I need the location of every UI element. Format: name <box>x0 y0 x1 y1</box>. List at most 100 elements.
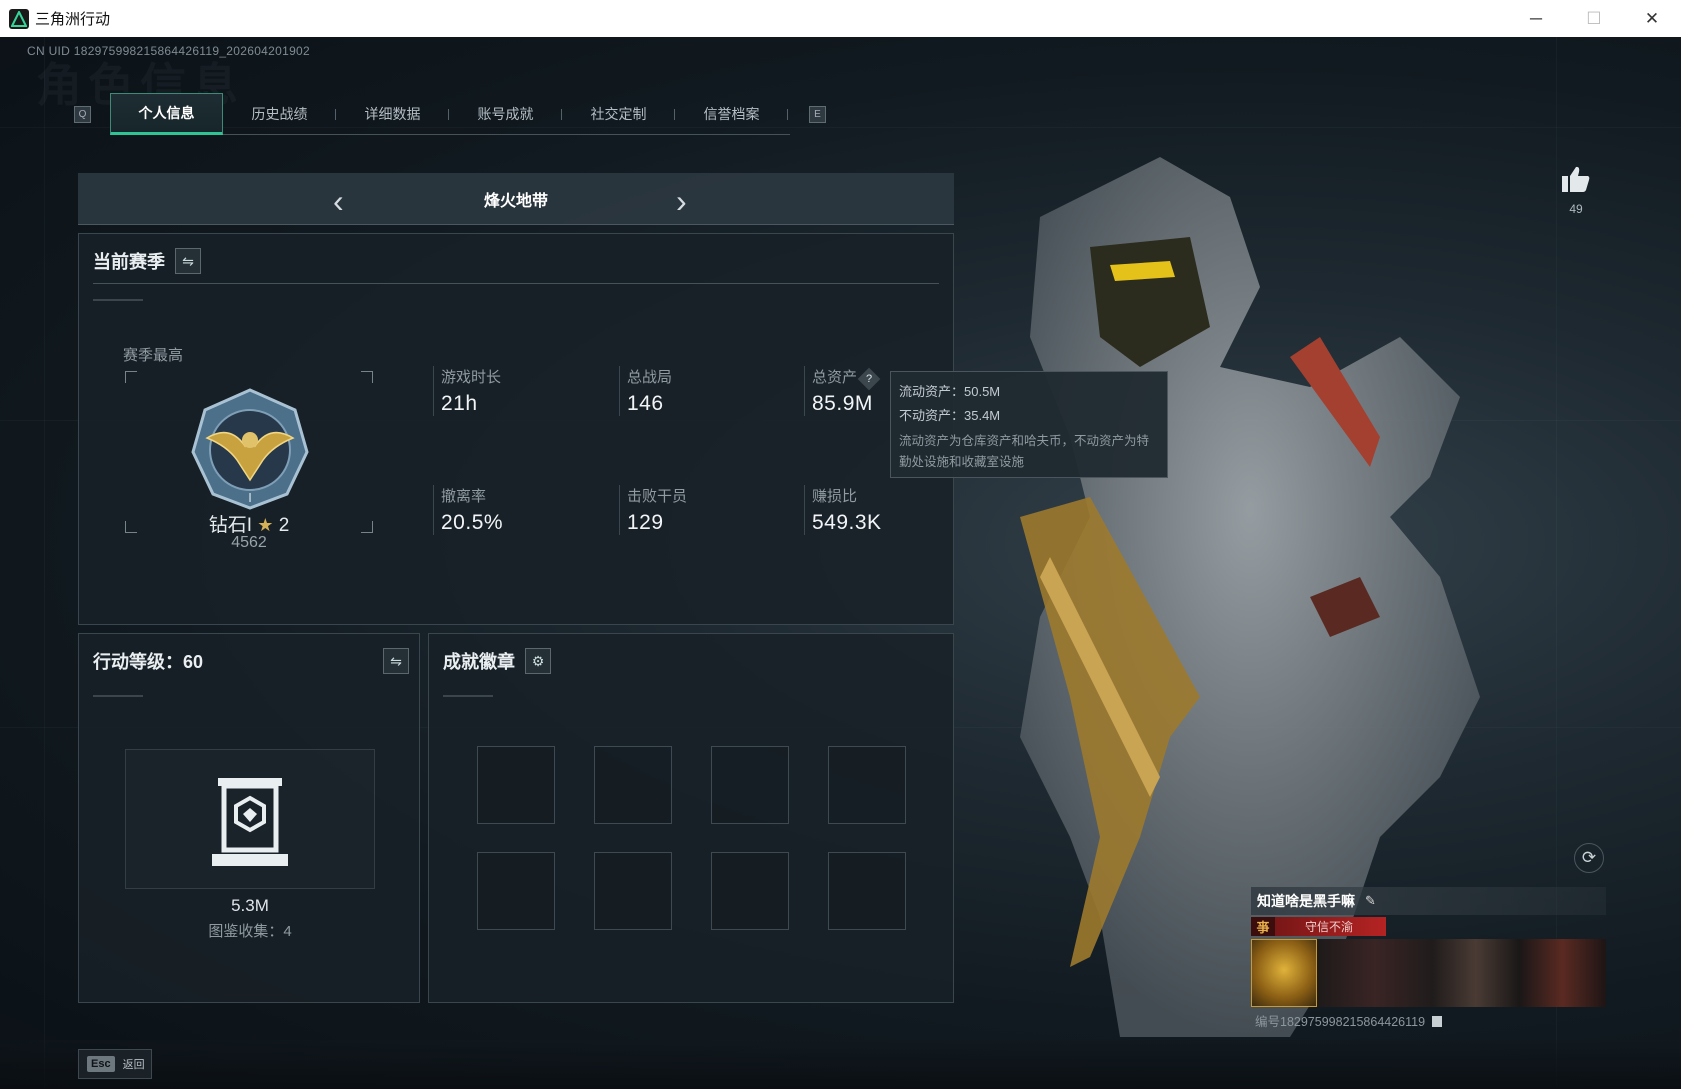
like-count: 49 <box>1569 202 1583 216</box>
collection-count: 图鉴收集：4 <box>208 923 292 940</box>
tooltip-liquid: 流动资产：50.5M <box>899 384 1001 399</box>
mode-prev-button[interactable]: ‹ <box>333 183 344 220</box>
collection-frame[interactable] <box>125 749 375 889</box>
player-title-tag: 亊 守信不渝 <box>1251 917 1386 936</box>
app-logo-icon <box>9 8 29 29</box>
divider <box>443 695 493 697</box>
copy-icon[interactable] <box>1431 1016 1442 1027</box>
title-tag-text: 守信不渝 <box>1305 920 1354 934</box>
tab-achievements[interactable]: 账号成就 <box>449 93 562 135</box>
player-id-row: 编号1829759982158644261​19 <box>1255 1011 1442 1030</box>
tooltip-desc: 流动资产为仓库资产和哈夫币，不动资产为特勤处设施和收藏室设施 <box>899 434 1150 469</box>
rank-star-icon: ★ <box>257 515 274 535</box>
level-panel: 行动等级：60 ⇋ 5.3M 图鉴收集：4 <box>78 633 420 1003</box>
divider <box>93 283 939 284</box>
stat-kills: 击败干员 129 <box>619 485 687 535</box>
badges-title: 成就徽章 <box>443 652 515 672</box>
mode-next-button[interactable]: › <box>676 183 687 220</box>
badge-slot[interactable] <box>594 852 672 930</box>
rank-score: 4562 <box>231 534 267 551</box>
rank-emblem-icon: I <box>191 388 309 510</box>
tab-prev-key[interactable]: Q <box>74 105 91 123</box>
stat-value: 20.5% <box>441 511 504 534</box>
badge-slot[interactable] <box>594 746 672 824</box>
level-swap-button[interactable]: ⇋ <box>383 648 409 674</box>
player-name: 知道啥是黑手嘛 <box>1257 893 1355 909</box>
bg-grid-line <box>44 37 45 1089</box>
svg-text:I: I <box>248 491 252 505</box>
stat-label: 撤离率 <box>441 488 487 505</box>
window-titlebar: 三角洲行动 ─ ☐ ✕ <box>0 0 1681 37</box>
help-icon[interactable]: ? <box>857 367 881 391</box>
tab-profile[interactable]: 个人信息 <box>110 92 223 135</box>
stat-label: 总战局 <box>627 369 673 386</box>
stat-total-assets[interactable]: 总资产 ? 85.9M <box>804 366 881 416</box>
season-best-label: 赛季最高 <box>123 347 184 364</box>
edit-name-icon[interactable]: ✎ <box>1365 893 1376 909</box>
stat-extract-rate: 撤离率 20.5% <box>433 485 503 535</box>
badge-slot[interactable] <box>711 852 789 930</box>
tab-history[interactable]: 历史战绩 <box>223 93 336 135</box>
tab-social[interactable]: 社交定制 <box>562 93 675 135</box>
stat-playtime: 游戏时长 21h <box>433 366 501 416</box>
tooltip-fixed: 不动资产：35.4M <box>899 408 1001 423</box>
stat-label: 总资产 ? <box>812 366 881 391</box>
player-card[interactable]: 知道啥是黑手嘛 ✎ 亊 守信不渝 编号1829759982158644261​1… <box>1251 887 1606 1039</box>
badge-slot[interactable] <box>477 746 555 824</box>
tab-credit[interactable]: 信誉档案 <box>675 93 788 135</box>
stat-value: 21h <box>441 392 478 415</box>
frame-corner <box>361 371 373 383</box>
badge-slot[interactable] <box>711 746 789 824</box>
refresh-icon[interactable]: ⟳ <box>1574 843 1604 873</box>
esc-key: Esc <box>87 1056 115 1072</box>
level-title: 行动等级：60 <box>93 652 204 672</box>
back-label: 返回 <box>122 1059 145 1071</box>
badge-slot[interactable] <box>828 746 906 824</box>
maximize-button[interactable]: ☐ <box>1565 0 1623 37</box>
card-images <box>1251 939 1606 1007</box>
thumbs-up-icon <box>1562 166 1590 192</box>
stat-value: 549.3K <box>812 511 882 534</box>
stat-label: 赚损比 <box>812 488 858 505</box>
uid-text: CN UID 1829759982158644261​19_2026042019… <box>27 44 310 58</box>
stat-label: 击败干员 <box>627 488 688 505</box>
assets-tooltip: 流动资产：50.5M 不动资产：35.4M 流动资产为仓库资产和哈夫币，不动资产… <box>890 371 1168 478</box>
gear-icon[interactable]: ⚙ <box>525 648 551 674</box>
badge-slot[interactable] <box>477 852 555 930</box>
divider <box>93 695 143 697</box>
frame-corner <box>125 371 137 383</box>
badge-slot[interactable] <box>828 852 906 930</box>
tab-details[interactable]: 详细数据 <box>336 93 449 135</box>
game-view: 角色信息 CN UID 1829759982158644261​19_20260… <box>0 37 1681 1089</box>
window-title: 三角洲行动 <box>35 11 111 28</box>
level-value: 5.3M <box>231 896 269 915</box>
mode-name: 烽火地带 <box>483 192 548 210</box>
season-title: 当前赛季 <box>93 252 165 272</box>
stat-label: 游戏时长 <box>441 369 502 386</box>
stat-value: 85.9M <box>812 392 873 415</box>
player-avatar[interactable] <box>1251 939 1317 1007</box>
minimize-button[interactable]: ─ <box>1507 0 1565 37</box>
season-panel: 当前赛季 ⇋ 赛季最高 I 钻石I ★ 2 4562 游戏时长 21h 总战局 <box>78 233 954 625</box>
close-button[interactable]: ✕ <box>1623 0 1681 37</box>
rank-label-row: 钻石I ★ 2 <box>125 510 373 537</box>
divider <box>93 299 143 301</box>
bottom-bar <box>0 1040 1681 1089</box>
stat-matches: 总战局 146 <box>619 366 672 416</box>
tab-next-key[interactable]: E <box>809 105 826 123</box>
tabs: 个人信息 历史战绩 详细数据 账号成就 社交定制 信誉档案 <box>110 92 790 135</box>
player-banner <box>1317 939 1606 1007</box>
stat-value: 146 <box>627 392 664 415</box>
season-swap-button[interactable]: ⇋ <box>175 248 201 274</box>
collection-case-icon <box>212 778 288 866</box>
title-tag-icon: 亊 <box>1251 917 1275 936</box>
player-name-row: 知道啥是黑手嘛 ✎ <box>1251 887 1606 915</box>
like-widget[interactable]: 49 <box>1556 165 1596 216</box>
rank-name: 钻石I <box>208 515 252 536</box>
rank-stars: 2 <box>278 515 290 536</box>
tab-bar: Q 个人信息 历史战绩 详细数据 账号成就 社交定制 信誉档案 E <box>74 92 826 135</box>
badges-panel: 成就徽章 ⚙ <box>428 633 954 1003</box>
player-id: 编号1829759982158644261​19 <box>1255 1015 1426 1029</box>
stat-value: 129 <box>627 511 664 534</box>
back-button[interactable]: Esc 返回 <box>78 1049 152 1079</box>
